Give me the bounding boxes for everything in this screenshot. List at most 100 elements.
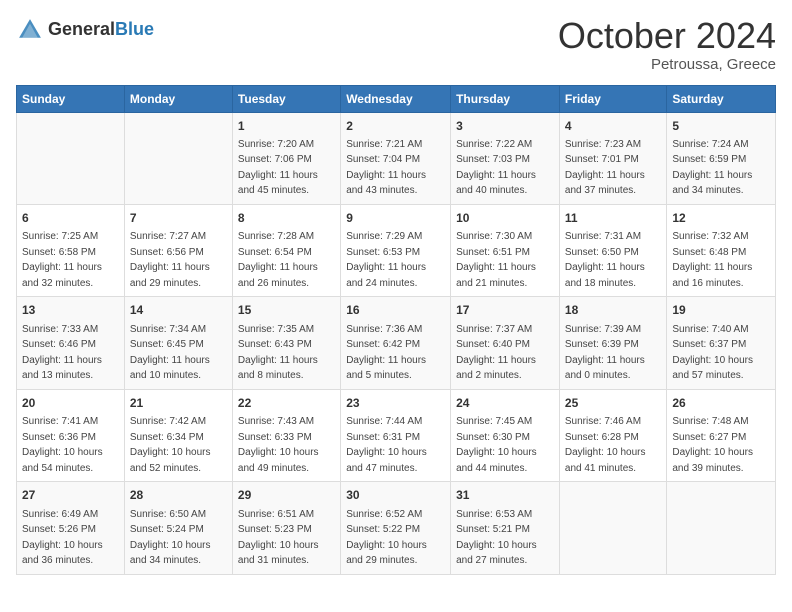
- day-info: Sunrise: 7:45 AM Sunset: 6:30 PM Dayligh…: [456, 416, 537, 474]
- day-number: 21: [130, 395, 227, 412]
- day-number: 28: [130, 487, 227, 504]
- day-number: 7: [130, 210, 227, 227]
- calendar-cell: [559, 482, 666, 574]
- day-info: Sunrise: 7:35 AM Sunset: 6:43 PM Dayligh…: [238, 324, 318, 382]
- day-info: Sunrise: 7:37 AM Sunset: 6:40 PM Dayligh…: [456, 324, 536, 382]
- day-info: Sunrise: 7:48 AM Sunset: 6:27 PM Dayligh…: [672, 416, 753, 474]
- weekday-header: Wednesday: [341, 85, 451, 112]
- calendar-cell: [667, 482, 776, 574]
- day-info: Sunrise: 7:25 AM Sunset: 6:58 PM Dayligh…: [22, 231, 102, 289]
- calendar-cell: 3Sunrise: 7:22 AM Sunset: 7:03 PM Daylig…: [451, 112, 560, 204]
- day-number: 25: [565, 395, 661, 412]
- day-number: 6: [22, 210, 119, 227]
- day-number: 15: [238, 302, 335, 319]
- weekday-header: Friday: [559, 85, 666, 112]
- calendar-cell: 11 Sunrise: 7:31 AM Sunset: 6:50 PM Dayli…: [559, 204, 666, 296]
- calendar-week-row: 27 Sunrise: 6:49 AM Sunset: 5:26 PM Dayli…: [17, 482, 776, 574]
- calendar-cell: 25 Sunrise: 7:46 AM Sunset: 6:28 PM Dayli…: [559, 389, 666, 481]
- title-block: October 2024 Petroussa, Greece: [558, 16, 776, 73]
- day-number: 8: [238, 210, 335, 227]
- calendar-cell: 1 Sunrise: 7:20 AM Sunset: 7:06 PM Daylig…: [232, 112, 340, 204]
- day-info: Sunrise: 6:53 AM Sunset: 5:21 PM Dayligh…: [456, 509, 537, 567]
- day-info: Sunrise: 7:44 AM Sunset: 6:31 PM Dayligh…: [346, 416, 427, 474]
- day-number: 3: [456, 118, 554, 135]
- calendar-cell: 4 Sunrise: 7:23 AM Sunset: 7:01 PM Daylig…: [559, 112, 666, 204]
- day-info: Sunrise: 7:29 AM Sunset: 6:53 PM Dayligh…: [346, 231, 426, 289]
- day-info: Sunrise: 7:30 AM Sunset: 6:51 PM Dayligh…: [456, 231, 536, 289]
- day-info: Sunrise: 7:41 AM Sunset: 6:36 PM Dayligh…: [22, 416, 103, 474]
- month-title: October 2024: [558, 16, 776, 56]
- calendar-cell: 20 Sunrise: 7:41 AM Sunset: 6:36 PM Dayli…: [17, 389, 125, 481]
- day-number: 22: [238, 395, 335, 412]
- calendar-cell: 13 Sunrise: 7:33 AM Sunset: 6:46 PM Dayli…: [17, 297, 125, 389]
- day-number: 13: [22, 302, 119, 319]
- day-number: 10: [456, 210, 554, 227]
- location: Petroussa, Greece: [558, 56, 776, 73]
- day-info: Sunrise: 7:31 AM Sunset: 6:50 PM Dayligh…: [565, 231, 645, 289]
- day-info: Sunrise: 7:43 AM Sunset: 6:33 PM Dayligh…: [238, 416, 319, 474]
- day-number: 20: [22, 395, 119, 412]
- day-info: Sunrise: 7:23 AM Sunset: 7:01 PM Dayligh…: [565, 139, 645, 197]
- calendar-cell: 9Sunrise: 7:29 AM Sunset: 6:53 PM Daylig…: [341, 204, 451, 296]
- day-number: 14: [130, 302, 227, 319]
- logo-general: General: [48, 20, 115, 40]
- day-info: Sunrise: 7:21 AM Sunset: 7:04 PM Dayligh…: [346, 139, 426, 197]
- day-info: Sunrise: 7:32 AM Sunset: 6:48 PM Dayligh…: [672, 231, 752, 289]
- day-info: Sunrise: 7:39 AM Sunset: 6:39 PM Dayligh…: [565, 324, 645, 382]
- calendar-cell: 6 Sunrise: 7:25 AM Sunset: 6:58 PM Daylig…: [17, 204, 125, 296]
- weekday-header: Saturday: [667, 85, 776, 112]
- logo-blue: Blue: [115, 20, 154, 40]
- day-number: 24: [456, 395, 554, 412]
- day-number: 11: [565, 210, 661, 227]
- calendar-cell: 24 Sunrise: 7:45 AM Sunset: 6:30 PM Dayli…: [451, 389, 560, 481]
- day-number: 1: [238, 118, 335, 135]
- day-info: Sunrise: 7:46 AM Sunset: 6:28 PM Dayligh…: [565, 416, 646, 474]
- day-number: 16: [346, 302, 445, 319]
- day-number: 12: [672, 210, 770, 227]
- day-number: 30: [346, 487, 445, 504]
- calendar-cell: 18 Sunrise: 7:39 AM Sunset: 6:39 PM Dayli…: [559, 297, 666, 389]
- calendar-cell: 14Sunrise: 7:34 AM Sunset: 6:45 PM Dayli…: [124, 297, 232, 389]
- calendar-cell: 27 Sunrise: 6:49 AM Sunset: 5:26 PM Dayli…: [17, 482, 125, 574]
- day-info: Sunrise: 6:49 AM Sunset: 5:26 PM Dayligh…: [22, 509, 103, 567]
- calendar-cell: 19Sunrise: 7:40 AM Sunset: 6:37 PM Dayli…: [667, 297, 776, 389]
- page-header: General Blue October 2024 Petroussa, Gre…: [16, 16, 776, 73]
- calendar-cell: 28 Sunrise: 6:50 AM Sunset: 5:24 PM Dayli…: [124, 482, 232, 574]
- calendar-cell: 8 Sunrise: 7:28 AM Sunset: 6:54 PM Daylig…: [232, 204, 340, 296]
- day-number: 31: [456, 487, 554, 504]
- day-info: Sunrise: 6:51 AM Sunset: 5:23 PM Dayligh…: [238, 509, 319, 567]
- day-info: Sunrise: 7:33 AM Sunset: 6:46 PM Dayligh…: [22, 324, 102, 382]
- day-info: Sunrise: 7:28 AM Sunset: 6:54 PM Dayligh…: [238, 231, 318, 289]
- weekday-header: Tuesday: [232, 85, 340, 112]
- calendar-table: SundayMondayTuesdayWednesdayThursdayFrid…: [16, 85, 776, 575]
- day-number: 27: [22, 487, 119, 504]
- calendar-cell: 12 Sunrise: 7:32 AM Sunset: 6:48 PM Dayli…: [667, 204, 776, 296]
- calendar-cell: 29 Sunrise: 6:51 AM Sunset: 5:23 PM Dayli…: [232, 482, 340, 574]
- day-number: 17: [456, 302, 554, 319]
- calendar-cell: 16Sunrise: 7:36 AM Sunset: 6:42 PM Dayli…: [341, 297, 451, 389]
- calendar-cell: 30Sunrise: 6:52 AM Sunset: 5:22 PM Dayli…: [341, 482, 451, 574]
- day-number: 18: [565, 302, 661, 319]
- calendar-cell: [17, 112, 125, 204]
- calendar-cell: 15 Sunrise: 7:35 AM Sunset: 6:43 PM Dayli…: [232, 297, 340, 389]
- day-info: Sunrise: 6:50 AM Sunset: 5:24 PM Dayligh…: [130, 509, 211, 567]
- weekday-header: Monday: [124, 85, 232, 112]
- day-number: 5: [672, 118, 770, 135]
- calendar-cell: 26 Sunrise: 7:48 AM Sunset: 6:27 PM Dayli…: [667, 389, 776, 481]
- day-number: 26: [672, 395, 770, 412]
- calendar-week-row: 20 Sunrise: 7:41 AM Sunset: 6:36 PM Dayli…: [17, 389, 776, 481]
- logo-icon: [16, 16, 44, 44]
- day-number: 4: [565, 118, 661, 135]
- calendar-cell: 31 Sunrise: 6:53 AM Sunset: 5:21 PM Dayli…: [451, 482, 560, 574]
- calendar-cell: 21Sunrise: 7:42 AM Sunset: 6:34 PM Dayli…: [124, 389, 232, 481]
- weekday-header: Sunday: [17, 85, 125, 112]
- day-number: 2: [346, 118, 445, 135]
- calendar-cell: 7Sunrise: 7:27 AM Sunset: 6:56 PM Daylig…: [124, 204, 232, 296]
- day-number: 29: [238, 487, 335, 504]
- day-info: Sunrise: 7:40 AM Sunset: 6:37 PM Dayligh…: [672, 324, 753, 382]
- weekday-header: Thursday: [451, 85, 560, 112]
- calendar-cell: 2 Sunrise: 7:21 AM Sunset: 7:04 PM Daylig…: [341, 112, 451, 204]
- calendar-cell: 17 Sunrise: 7:37 AM Sunset: 6:40 PM Dayli…: [451, 297, 560, 389]
- calendar-cell: 22 Sunrise: 7:43 AM Sunset: 6:33 PM Dayli…: [232, 389, 340, 481]
- day-info: Sunrise: 7:20 AM Sunset: 7:06 PM Dayligh…: [238, 139, 318, 197]
